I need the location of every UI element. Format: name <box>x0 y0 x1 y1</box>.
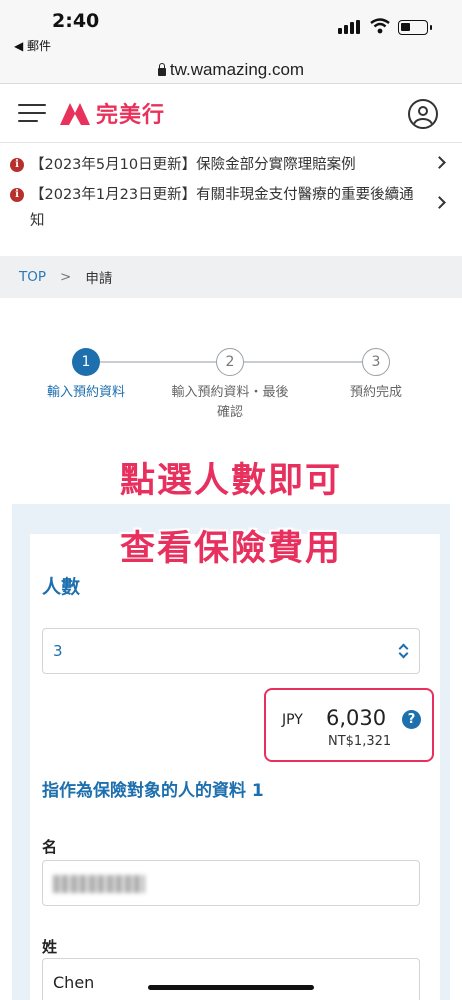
menu-icon[interactable] <box>18 101 46 125</box>
status-bar: 2:40 ◀ 郵件 <box>0 0 462 56</box>
account-icon[interactable] <box>408 99 438 129</box>
last-name-value: Chen <box>53 973 95 992</box>
stepper-line <box>244 361 362 363</box>
lock-icon <box>157 62 166 76</box>
info-icon: i <box>10 188 24 202</box>
breadcrumb: TOP > 申請 <box>0 256 462 298</box>
home-indicator[interactable] <box>148 985 314 990</box>
cellular-signal-icon <box>338 20 360 34</box>
people-count-value: 3 <box>53 642 63 660</box>
step-2-marker: 2 <box>216 348 244 376</box>
overlay-caption-line-2: 查看保險費用 <box>119 529 342 569</box>
step-3-marker: 3 <box>362 348 390 376</box>
step-1-marker: 1 <box>72 348 100 376</box>
site-logo[interactable]: 完美行 <box>58 97 165 129</box>
status-time: 2:40 <box>52 10 100 32</box>
first-name-label: 名 <box>42 838 58 856</box>
chevron-right-icon <box>433 196 446 209</box>
price-amount: 6,030 <box>326 706 387 730</box>
stepper-line <box>100 361 218 363</box>
url-text: tw.wamazing.com <box>169 59 305 79</box>
form-card <box>30 534 440 1000</box>
blurred-value <box>53 875 145 893</box>
chevron-right-icon <box>433 156 446 169</box>
step-2-label: 輸入預約資料・最後確認 <box>171 385 289 420</box>
breadcrumb-separator: > <box>60 269 72 285</box>
notice-text: 【2023年1月23日更新】有關非現金支付醫療的重要後續通知 <box>30 187 414 229</box>
site-header: 完美行 <box>0 85 462 143</box>
step-1-label: 輸入預約資料 <box>46 385 125 400</box>
price-currency: JPY <box>282 712 303 728</box>
first-name-field[interactable] <box>42 860 420 906</box>
help-icon[interactable]: ? <box>402 710 421 729</box>
logo-mark-icon <box>60 103 90 125</box>
logo-text: 完美行 <box>96 103 166 128</box>
price-summary: JPY 6,030 ? NT$1,321 <box>264 688 434 762</box>
notice-item[interactable]: i 【2023年1月23日更新】有關非現金支付醫療的重要後續通知 <box>0 182 462 234</box>
people-count-select[interactable]: 3 <box>42 628 420 674</box>
back-to-mail-link[interactable]: ◀ 郵件 <box>14 37 51 54</box>
people-count-title: 人數 <box>42 576 81 598</box>
step-3-label: 預約完成 <box>349 385 402 400</box>
battery-icon <box>398 20 428 35</box>
price-twd: NT$1,321 <box>328 734 392 749</box>
overlay-caption-line-1: 點選人數即可 <box>119 461 342 501</box>
url-bar[interactable]: tw.wamazing.com <box>0 56 462 84</box>
last-name-label: 姓 <box>42 938 58 956</box>
breadcrumb-current: 申請 <box>85 271 113 287</box>
notice-text: 【2023年5月10日更新】保險金部分實際理賠案例 <box>30 157 356 173</box>
info-icon: i <box>10 158 24 172</box>
wifi-icon <box>370 18 390 34</box>
notice-item[interactable]: i 【2023年5月10日更新】保險金部分實際理賠案例 <box>0 152 462 178</box>
breadcrumb-top-link[interactable]: TOP <box>19 269 46 285</box>
insured-person-title: 指作為保險對象的人的資料 1 <box>42 781 264 801</box>
notice-list: i 【2023年5月10日更新】保險金部分實際理賠案例 i 【2023年1月23… <box>0 152 462 234</box>
select-arrows-icon <box>398 643 409 661</box>
last-name-field[interactable]: Chen <box>42 958 420 1000</box>
